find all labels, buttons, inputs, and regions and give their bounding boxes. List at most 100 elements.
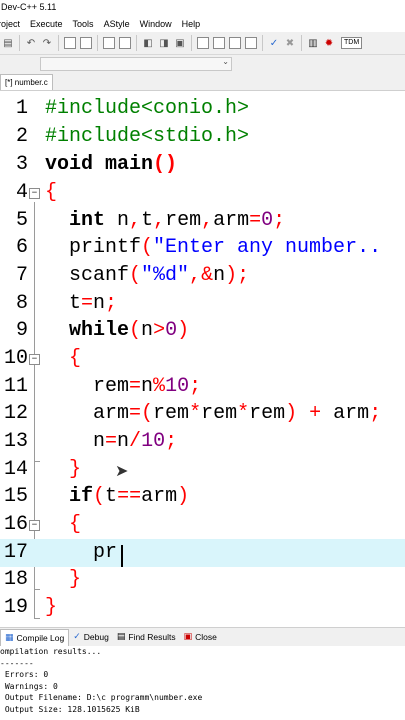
toolbar-separator [19, 35, 20, 51]
find-icon: ▤ [116, 632, 126, 642]
menu-help[interactable]: Help [182, 16, 201, 32]
line-number: 2 [15, 125, 28, 148]
code-line: 2 #include<stdio.h> [0, 123, 405, 151]
line-number: 14 [3, 458, 28, 481]
chevron-down-icon: ⌄ [222, 57, 229, 66]
toolbar-separator [262, 35, 263, 51]
code-text: void main() [45, 153, 178, 176]
compiler-set[interactable]: TDM [341, 37, 363, 49]
log-line: Output Filename: D:\c programm\number.ex… [0, 693, 203, 703]
menu-astyle[interactable]: AStyle [104, 16, 130, 32]
toolbar-separator [301, 35, 302, 51]
save-project-icon[interactable] [229, 37, 241, 49]
tab-find-results[interactable]: ▤ Find Results [113, 629, 180, 645]
close-button[interactable]: ▣ Close [180, 629, 221, 645]
line-number: 5 [15, 209, 28, 232]
unindent-icon[interactable]: ◨ [157, 36, 171, 50]
menu-execute[interactable]: Execute [30, 16, 63, 32]
tab-label: Compile Log [16, 632, 65, 643]
code-line: 19 } [0, 594, 405, 622]
tab-label: Close [195, 632, 217, 642]
code-line: 15 if(t==arm) [0, 483, 405, 511]
line-number: 7 [15, 264, 28, 287]
line-number: 9 [15, 319, 28, 342]
goto-icon[interactable] [103, 37, 115, 49]
tab-compile-log[interactable]: ▦ Compile Log [0, 628, 70, 646]
tab-label: Find Results [128, 632, 176, 642]
log-line: ------- [0, 658, 34, 668]
toolbar-separator [191, 35, 192, 51]
menu-tools[interactable]: Tools [73, 16, 94, 32]
line-number: 8 [15, 292, 28, 315]
code-text: while(n>0) [69, 319, 190, 342]
code-text: arm=(rem*rem*rem) + arm; [45, 402, 382, 425]
line-number: 18 [3, 568, 28, 591]
code-line: 1 #include<conio.h> [0, 95, 405, 123]
fold-collapse-icon[interactable]: − [29, 354, 40, 365]
stop-icon[interactable]: ✖ [283, 36, 297, 50]
text-caret [121, 545, 123, 567]
current-line: 17 pr [0, 539, 405, 567]
debug-icon[interactable]: ✹ [322, 36, 336, 50]
line-number: 19 [3, 596, 28, 619]
indent-icon[interactable]: ◧ [141, 36, 155, 50]
line-number: 15 [3, 485, 28, 508]
code-line: 14 } [0, 456, 405, 484]
new-project-icon[interactable] [197, 37, 209, 49]
redo-icon[interactable]: ↷ [40, 36, 54, 50]
line-number: 11 [3, 375, 28, 398]
toolbar: ▤ ↶ ↷ ◧ ◨ ▣ ✓ ✖ ▥ ✹ TDM [0, 32, 405, 55]
bottom-tabs: ▦ Compile Log ✓ Debug ▤ Find Results ▣ C… [0, 627, 405, 646]
editor-tabs: [*] number.c [0, 73, 405, 91]
line-number: 10 [3, 347, 28, 370]
line-number: 1 [15, 97, 28, 120]
toolbar-separator [58, 35, 59, 51]
tab-debug[interactable]: ✓ Debug [69, 629, 113, 645]
find-icon[interactable] [64, 37, 76, 49]
code-text: int n,t,rem,arm=0; [69, 209, 286, 232]
mouse-pointer-icon: ➤ [115, 461, 129, 480]
code-text: printf("Enter any number.. [45, 236, 382, 259]
log-line: ompilation results... [0, 647, 102, 656]
code-text: pr [45, 541, 118, 564]
code-editor[interactable]: 1 #include<conio.h> 2 #include<stdio.h> … [0, 91, 405, 624]
code-line: 8 t=n; [0, 290, 405, 318]
code-line: 16 − { [0, 511, 405, 539]
code-text: } [69, 458, 82, 481]
toolbar-separator [136, 35, 137, 51]
code-line: 5 int n,t,rem,arm=0; [0, 207, 405, 235]
code-line: 6 printf("Enter any number.. [0, 234, 405, 262]
code-line: 4 − { [0, 179, 405, 207]
project-options-icon[interactable] [245, 37, 257, 49]
compile-log-output: ompilation results... ------- Errors: 0 … [0, 646, 405, 720]
line-number: 17 [3, 541, 28, 564]
code-line: 12 arm=(rem*rem*rem) + arm; [0, 400, 405, 428]
code-line: 11 rem=n%10; [0, 373, 405, 401]
code-text: n=n/10; [45, 430, 178, 453]
compile-log-icon: ▦ [5, 632, 14, 643]
menu-window[interactable]: Window [140, 16, 172, 32]
code-text: scanf("%d",&n); [45, 264, 250, 287]
line-number: 13 [3, 430, 28, 453]
line-number: 4 [15, 181, 28, 204]
code-text: { [69, 347, 82, 370]
tab-label: Debug [83, 632, 109, 642]
open-project-icon[interactable] [213, 37, 225, 49]
tab-number-c[interactable]: [*] number.c [0, 74, 53, 90]
paste-icon[interactable]: ▤ [1, 36, 15, 50]
menu-project[interactable]: roject [0, 16, 20, 32]
line-number: 12 [3, 402, 28, 425]
menu-bar: roject Execute Tools AStyle Window Help [0, 16, 405, 32]
chart-icon[interactable]: ▥ [306, 36, 320, 50]
undo-icon[interactable]: ↶ [24, 36, 38, 50]
fold-collapse-icon[interactable]: − [29, 520, 40, 531]
code-line: 9 while(n>0) [0, 317, 405, 345]
scope-select[interactable]: ⌄ [40, 57, 232, 71]
replace-icon[interactable] [80, 37, 92, 49]
code-line: 13 n=n/10; [0, 428, 405, 456]
toggle-comment-icon[interactable]: ▣ [173, 36, 187, 50]
bookmark-icon[interactable] [119, 37, 131, 49]
code-text: rem=n%10; [45, 375, 202, 398]
check-icon[interactable]: ✓ [267, 36, 281, 50]
fold-collapse-icon[interactable]: − [29, 188, 40, 199]
